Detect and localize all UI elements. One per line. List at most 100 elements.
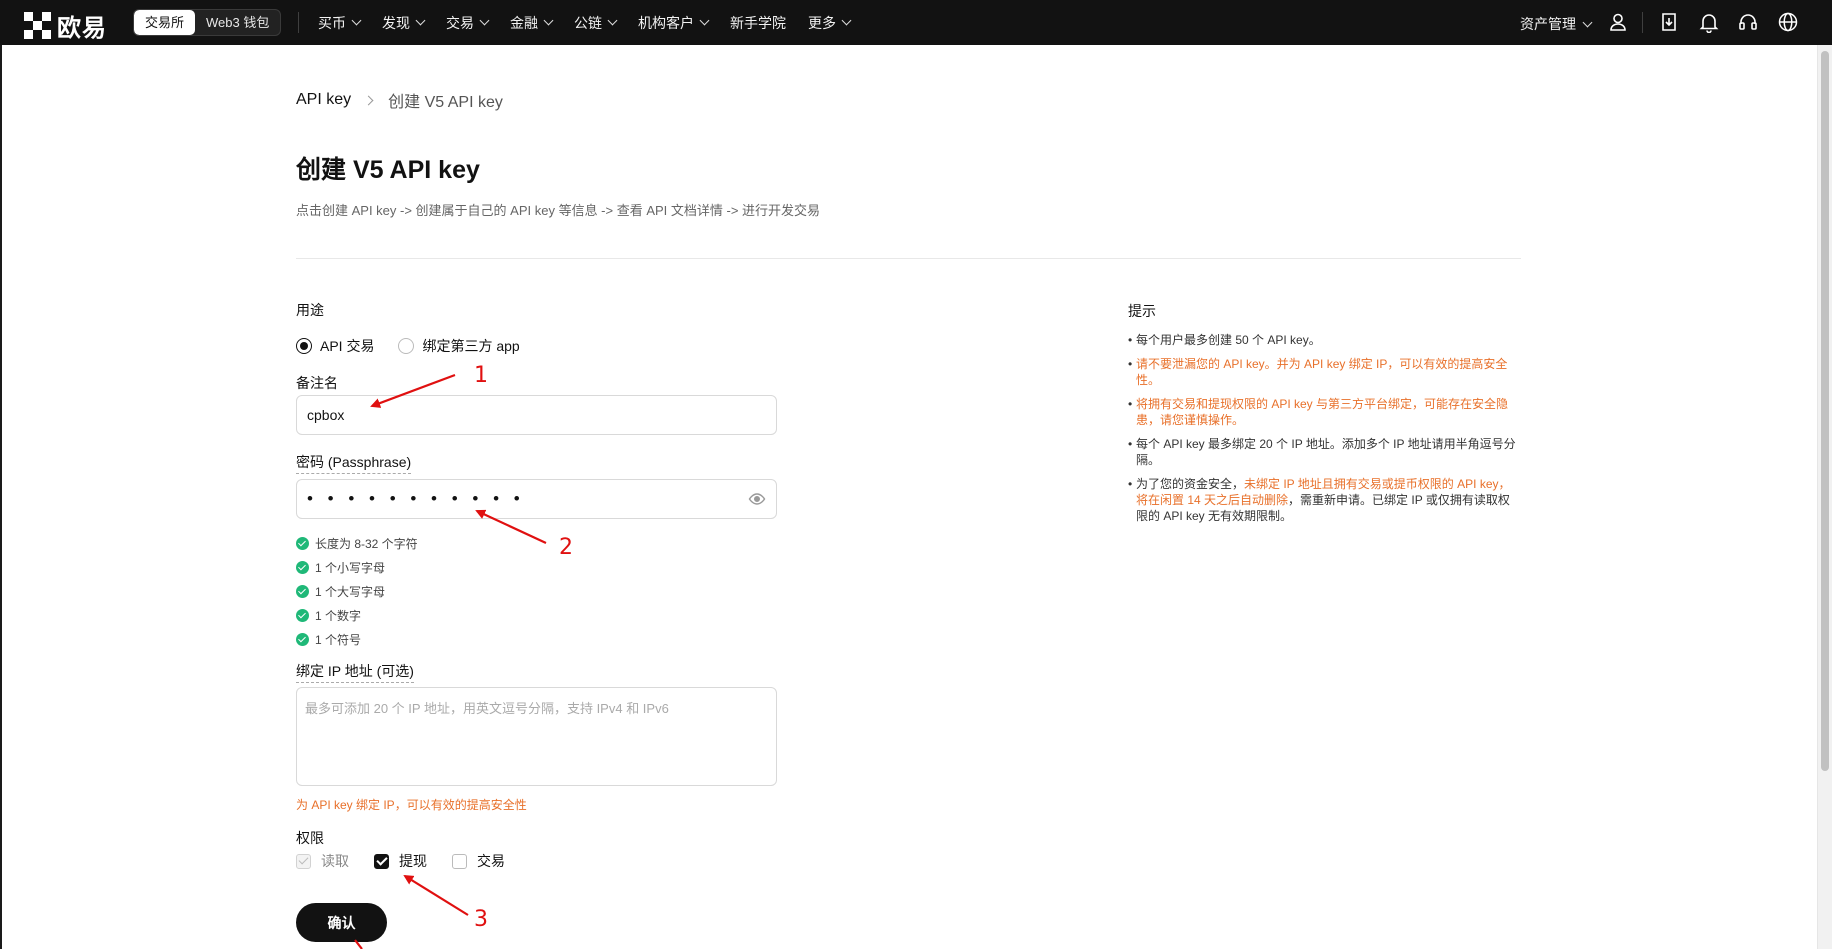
- check-circle-icon: [296, 560, 309, 574]
- password-rule-text: 1 个符号: [315, 632, 362, 647]
- scrollbar[interactable]: [1817, 45, 1832, 949]
- password-label: 密码 (Passphrase): [296, 452, 412, 474]
- globe-icon[interactable]: [1777, 11, 1799, 33]
- name-label: 备注名: [296, 375, 338, 391]
- annotation-arrow-3: [403, 874, 469, 916]
- password-rule-text: 长度为 8-32 个字符: [315, 536, 418, 551]
- check-circle-icon: [296, 608, 309, 622]
- permissions-group: 读取 提现 交易: [296, 851, 530, 871]
- checkbox-read: [296, 853, 311, 869]
- ip-textarea[interactable]: 最多可添加 20 个 IP 地址，用英文逗号分隔，支持 IPv4 和 IPv6: [296, 687, 777, 786]
- password-rule: 1 个小写字母: [296, 555, 418, 579]
- radio-third-party-app[interactable]: [398, 338, 415, 354]
- radio-api-trading[interactable]: [296, 338, 312, 354]
- asset-management-menu[interactable]: 资产管理: [1520, 14, 1593, 34]
- bell-icon[interactable]: [1698, 11, 1720, 34]
- chevron-down-icon: [1582, 17, 1593, 27]
- eye-icon[interactable]: [748, 490, 766, 508]
- nav-item-label: 新手学院: [730, 14, 786, 31]
- password-rule-text: 1 个小写字母: [315, 560, 386, 575]
- nav-item-label: 机构客户: [638, 14, 694, 31]
- chevron-down-icon: [415, 15, 426, 26]
- checkbox-withdraw-label[interactable]: 提现: [399, 851, 427, 871]
- page-title: 创建 V5 API key: [296, 156, 480, 184]
- nav-item-label: 更多: [808, 14, 836, 31]
- nav-item[interactable]: 发现: [382, 13, 426, 33]
- headset-icon[interactable]: [1737, 11, 1759, 33]
- nav-item-label: 发现: [382, 14, 410, 31]
- nav-item-label: 金融: [510, 14, 538, 31]
- nav-divider: [298, 12, 299, 33]
- checkbox-read-label: 读取: [321, 853, 349, 869]
- chevron-down-icon: [351, 15, 362, 26]
- scrollbar-thumb[interactable]: [1821, 51, 1829, 771]
- annotation-number-1: 1: [474, 363, 488, 388]
- tip-item: 每个用户最多创建 50 个 API key。: [1128, 332, 1520, 348]
- nav-item[interactable]: 新手学院: [730, 13, 786, 33]
- ip-label: 绑定 IP 地址 (可选): [296, 661, 414, 683]
- chevron-right-icon: [363, 95, 374, 105]
- logo-text: 欧易: [57, 14, 107, 42]
- purpose-label: 用途: [296, 302, 324, 318]
- tips-list: 每个用户最多创建 50 个 API key。 请不要泄漏您的 API key。并…: [1128, 332, 1520, 532]
- user-icon[interactable]: [1607, 11, 1629, 33]
- nav-item-label: 买币: [318, 14, 346, 31]
- tip-item-warning: 请不要泄漏您的 API key。并为 API key 绑定 IP，可以有效的提高…: [1128, 356, 1520, 388]
- tip-item: 为了您的资金安全，未绑定 IP 地址且拥有交易或提币权限的 API key，将在…: [1128, 476, 1520, 524]
- check-circle-icon: [296, 584, 309, 598]
- main-menu: 买币 发现 交易 金融 公链 机构客户 新手学院 更多: [318, 0, 852, 45]
- mode-exchange-button[interactable]: 交易所: [134, 10, 196, 35]
- nav-item[interactable]: 机构客户: [638, 13, 710, 33]
- chevron-down-icon: [479, 15, 490, 26]
- password-rule: 1 个符号: [296, 627, 418, 651]
- asset-management-label: 资产管理: [1520, 16, 1576, 32]
- password-rule-text: 1 个数字: [315, 608, 362, 623]
- nav-item[interactable]: 金融: [510, 13, 554, 33]
- password-rule: 1 个大写字母: [296, 579, 418, 603]
- breadcrumb-api-key[interactable]: API key: [296, 91, 351, 109]
- confirm-button[interactable]: 确认: [296, 903, 387, 942]
- chevron-down-icon: [607, 15, 618, 26]
- nav-divider: [1642, 12, 1643, 33]
- breadcrumb-current: 创建 V5 API key: [388, 94, 503, 111]
- purpose-radio-group: API 交易 绑定第三方 app: [296, 336, 544, 356]
- annotation-number-2: 2: [559, 535, 573, 560]
- tips-title: 提示: [1128, 303, 1156, 319]
- divider: [296, 258, 1521, 259]
- checkbox-trade-label[interactable]: 交易: [477, 851, 505, 871]
- nav-right: 资产管理: [1432, 0, 1832, 45]
- check-circle-icon: [296, 536, 309, 550]
- nav-item[interactable]: 买币: [318, 13, 362, 33]
- password-input[interactable]: • • • • • • • • • • •: [296, 479, 777, 519]
- password-rule-text: 1 个大写字母: [315, 584, 386, 599]
- radio-third-party-app-label[interactable]: 绑定第三方 app: [422, 336, 519, 356]
- logo[interactable]: 欧易: [24, 8, 107, 43]
- nav-item[interactable]: 公链: [574, 13, 618, 33]
- chevron-down-icon: [543, 15, 554, 26]
- radio-api-trading-label[interactable]: API 交易: [320, 336, 374, 356]
- nav-item[interactable]: 交易: [446, 13, 490, 33]
- checkbox-trade[interactable]: [452, 853, 467, 869]
- nav-item-label: 公链: [574, 14, 602, 31]
- page-subtitle: 点击创建 API key -> 创建属于自己的 API key 等信息 -> 查…: [296, 203, 821, 218]
- password-rule: 1 个数字: [296, 603, 418, 627]
- download-icon[interactable]: [1658, 11, 1680, 33]
- name-input[interactable]: cpbox: [296, 395, 777, 435]
- permissions-label: 权限: [296, 830, 324, 846]
- mode-switch: 交易所 Web3 钱包: [133, 9, 282, 36]
- mode-wallet-button[interactable]: Web3 钱包: [195, 10, 280, 35]
- checkbox-withdraw[interactable]: [374, 853, 389, 869]
- ip-hint: 为 API key 绑定 IP，可以有效的提高安全性: [296, 798, 527, 812]
- top-nav: 欧易 交易所 Web3 钱包 买币 发现 交易 金融 公链 机构客户 新手学院 更多 资产管理: [0, 0, 1832, 45]
- tip-item: 每个 API key 最多绑定 20 个 IP 地址。添加多个 IP 地址请用半…: [1128, 436, 1520, 468]
- okx-logo-icon: [24, 12, 51, 39]
- tip-text: 为了您的资金安全，: [1136, 477, 1245, 491]
- password-rules: 长度为 8-32 个字符 1 个小写字母 1 个大写字母 1 个数字 1 个符号: [296, 531, 418, 651]
- annotation-number-3: 3: [474, 907, 488, 932]
- chevron-down-icon: [841, 15, 852, 26]
- nav-item[interactable]: 更多: [808, 13, 852, 33]
- nav-item-label: 交易: [446, 14, 474, 31]
- tip-item-warning: 将拥有交易和提现权限的 API key 与第三方平台绑定，可能存在安全隐患，请您…: [1128, 396, 1520, 428]
- password-value: • • • • • • • • • • •: [307, 489, 525, 508]
- check-circle-icon: [296, 632, 309, 646]
